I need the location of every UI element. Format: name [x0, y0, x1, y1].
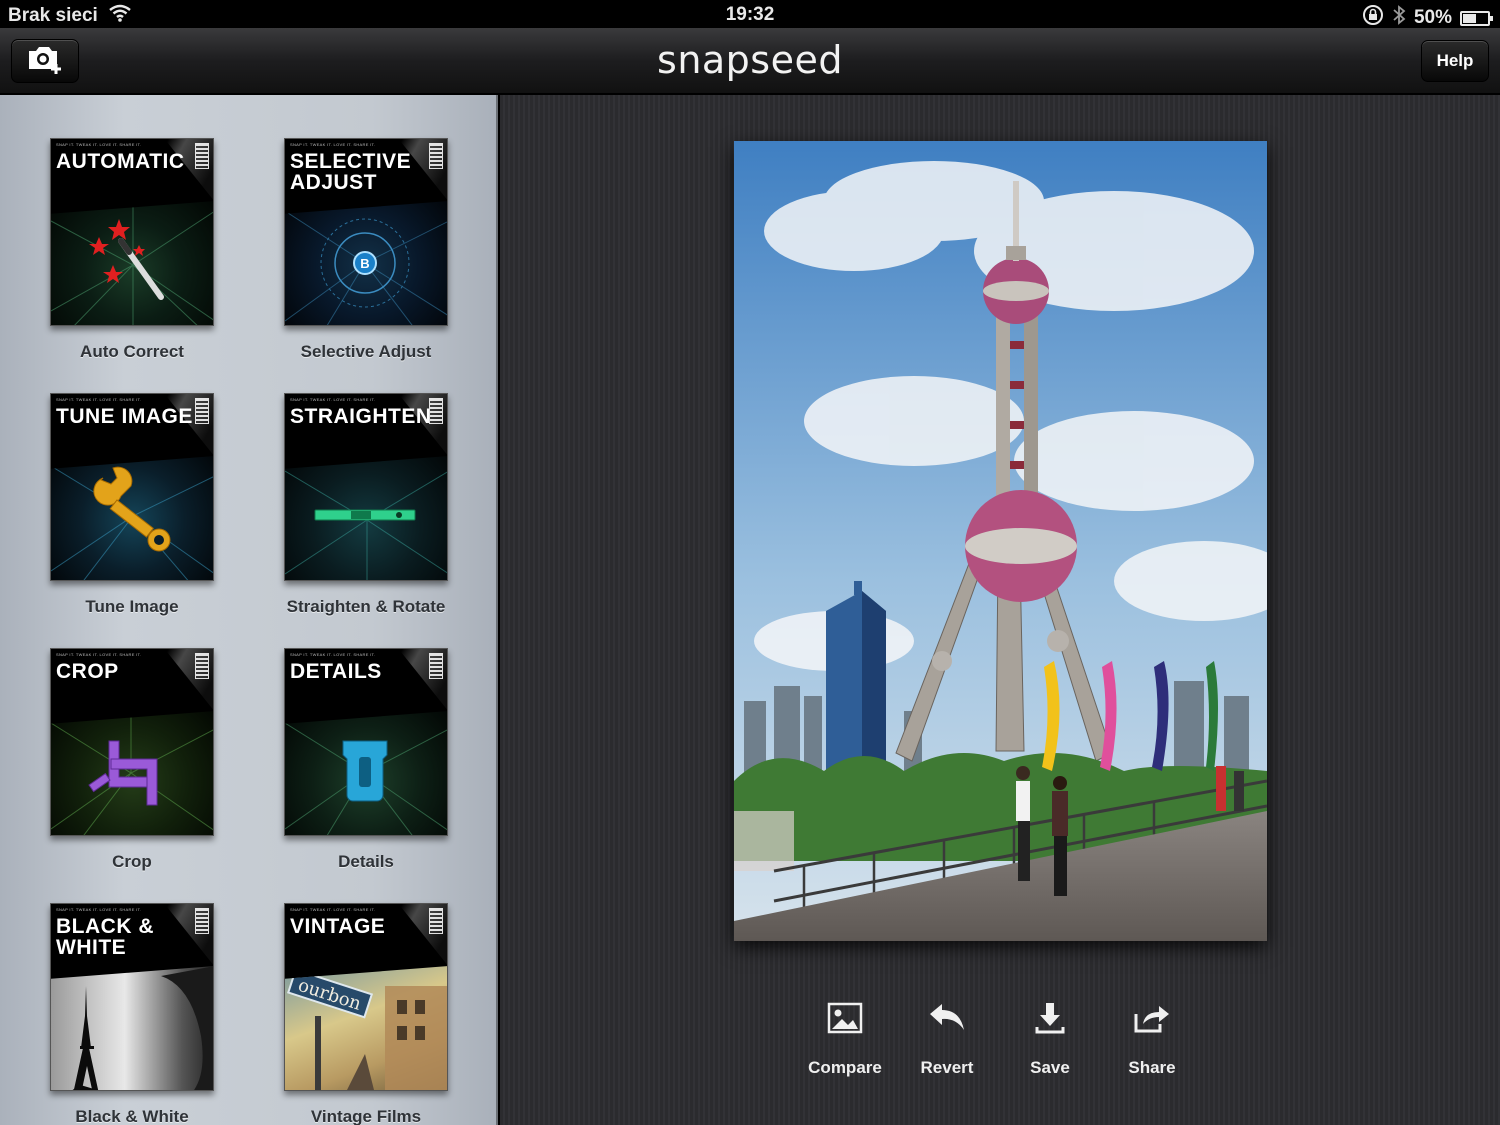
- revert-button[interactable]: Revert: [897, 1000, 997, 1078]
- tool-label: Black & White: [75, 1107, 189, 1125]
- image-preview-area: Compare Revert Save Share: [500, 95, 1500, 1125]
- tools-panel: SNAP IT. TWEAK IT. LOVE IT. SHARE IT. AU…: [0, 95, 498, 1125]
- tool-label: Details: [338, 852, 394, 871]
- action-label: Share: [1128, 1058, 1176, 1077]
- control-point-label: B: [360, 256, 369, 271]
- tile-title: VINTAGE: [290, 915, 386, 938]
- tile-tagline: SNAP IT. TWEAK IT. LOVE IT. SHARE IT.: [290, 907, 376, 912]
- vintage-street-icon: ourbon: [285, 966, 447, 1090]
- app-toolbar: snapseed Help: [0, 28, 1500, 94]
- battery-icon: [1460, 10, 1493, 26]
- tool-tile-selective-adjust[interactable]: SNAP IT. TWEAK IT. LOVE IT. SHARE IT. SE…: [284, 138, 448, 326]
- tile-title-line2: ADJUST: [290, 171, 378, 194]
- tool-tile-details[interactable]: SNAP IT. TWEAK IT. LOVE IT. SHARE IT. DE…: [284, 648, 448, 836]
- save-button[interactable]: Save: [1000, 1000, 1100, 1078]
- tile-tagline: SNAP IT. TWEAK IT. LOVE IT. SHARE IT.: [56, 907, 142, 912]
- undo-arrow-icon: [928, 1002, 966, 1039]
- app-logo: snapseed: [657, 38, 843, 82]
- help-button[interactable]: Help: [1421, 40, 1489, 82]
- tool-tile-tune-image[interactable]: SNAP IT. TWEAK IT. LOVE IT. SHARE IT. TU…: [50, 393, 214, 581]
- share-icon: [1133, 1002, 1171, 1039]
- tool-tile-auto-correct[interactable]: SNAP IT. TWEAK IT. LOVE IT. SHARE IT. AU…: [50, 138, 214, 326]
- level-icon: [285, 456, 447, 580]
- tool-tile-crop[interactable]: SNAP IT. TWEAK IT. LOVE IT. SHARE IT. CR…: [50, 648, 214, 836]
- tile-title: CROP: [56, 660, 119, 683]
- action-label: Compare: [808, 1058, 882, 1077]
- action-label: Save: [1030, 1058, 1070, 1077]
- download-icon: [1034, 1001, 1066, 1040]
- tile-tagline: SNAP IT. TWEAK IT. LOVE IT. SHARE IT.: [56, 142, 142, 147]
- photo-preview: [734, 141, 1267, 941]
- tile-tagline: SNAP IT. TWEAK IT. LOVE IT. SHARE IT.: [56, 652, 142, 657]
- magic-wand-icon: [51, 201, 213, 325]
- compare-button[interactable]: Compare: [795, 1000, 895, 1078]
- tool-label: Straighten & Rotate: [286, 597, 446, 616]
- share-button[interactable]: Share: [1102, 1000, 1202, 1078]
- sharpener-icon: [285, 711, 447, 835]
- image-icon: [827, 1002, 863, 1039]
- tool-tile-vintage[interactable]: SNAP IT. TWEAK IT. LOVE IT. SHARE IT. VI…: [284, 903, 448, 1091]
- status-bar: Brak sieci 19:32 50%: [0, 0, 1500, 28]
- crop-icon: [51, 711, 213, 835]
- tool-tile-straighten[interactable]: SNAP IT. TWEAK IT. LOVE IT. SHARE IT. ST…: [284, 393, 448, 581]
- tool-label: Auto Correct: [80, 342, 184, 361]
- action-bar: Compare Revert Save Share: [800, 1000, 1200, 1080]
- tile-title: SELECTIVE: [290, 150, 412, 173]
- tool-label: Vintage Films: [310, 1107, 422, 1125]
- tool-tile-black-white[interactable]: SNAP IT. TWEAK IT. LOVE IT. SHARE IT. BL…: [50, 903, 214, 1091]
- tile-tagline: SNAP IT. TWEAK IT. LOVE IT. SHARE IT.: [56, 397, 142, 402]
- tile-title: BLACK &: [56, 915, 154, 938]
- tool-label: Selective Adjust: [300, 342, 432, 361]
- eiffel-tower-icon: [51, 966, 213, 1090]
- wrench-icon: [51, 456, 213, 580]
- tool-label: Crop: [112, 852, 152, 871]
- tile-title: DETAILS: [290, 660, 382, 683]
- tile-tagline: SNAP IT. TWEAK IT. LOVE IT. SHARE IT.: [290, 397, 376, 402]
- tool-label: Tune Image: [85, 597, 179, 616]
- clock: 19:32: [725, 4, 775, 25]
- action-label: Revert: [920, 1058, 974, 1077]
- control-point-icon: B: [285, 201, 447, 325]
- battery-percent: 50%: [1413, 7, 1452, 28]
- tile-title: AUTOMATIC: [56, 150, 185, 173]
- tile-title-line2: WHITE: [56, 936, 127, 959]
- tile-tagline: SNAP IT. TWEAK IT. LOVE IT. SHARE IT.: [290, 652, 376, 657]
- tile-title: TUNE IMAGE: [56, 405, 193, 428]
- tile-tagline: SNAP IT. TWEAK IT. LOVE IT. SHARE IT.: [290, 142, 376, 147]
